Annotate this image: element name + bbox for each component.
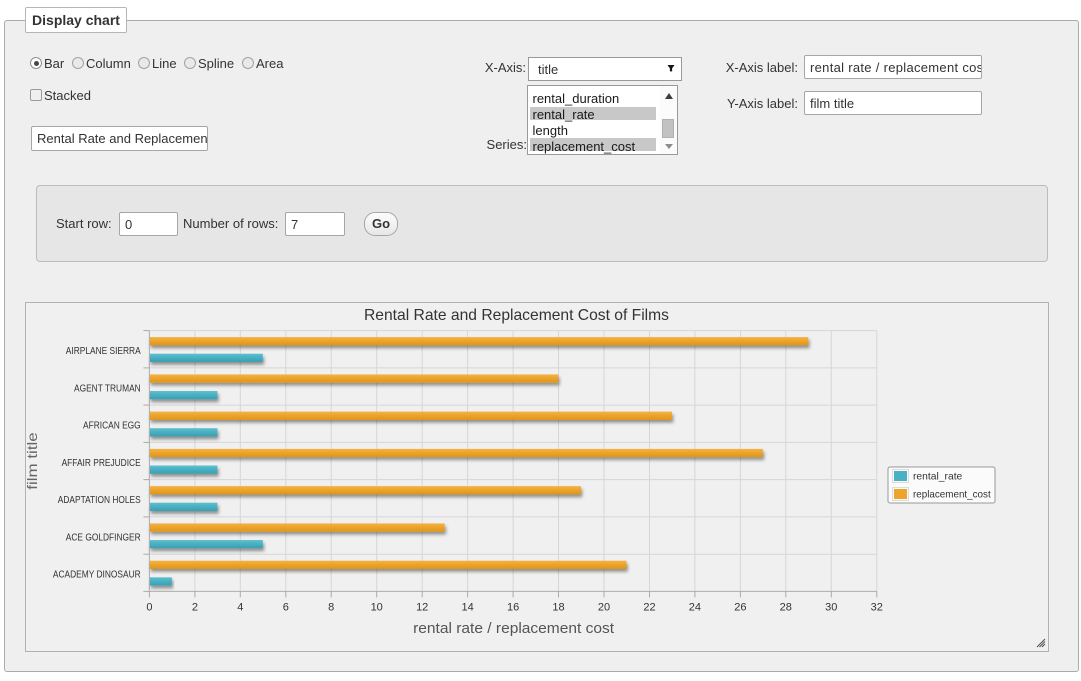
svg-text:replacement_cost: replacement_cost	[913, 488, 991, 500]
svg-text:AIRPLANE SIERRA: AIRPLANE SIERRA	[66, 346, 141, 357]
svg-text:ACE GOLDFINGER: ACE GOLDFINGER	[66, 532, 141, 543]
svg-text:6: 6	[283, 601, 289, 613]
svg-text:22: 22	[643, 601, 655, 613]
svg-text:8: 8	[328, 601, 334, 613]
svg-text:14: 14	[461, 601, 473, 613]
svg-text:rental rate / replacement cost: rental rate / replacement cost	[413, 620, 615, 637]
svg-text:18: 18	[552, 601, 564, 613]
svg-text:32: 32	[871, 601, 883, 613]
svg-text:Rental Rate and Replacement Co: Rental Rate and Replacement Cost of Film…	[364, 307, 669, 324]
svg-text:ADAPTATION HOLES: ADAPTATION HOLES	[58, 495, 141, 506]
svg-text:AGENT TRUMAN: AGENT TRUMAN	[74, 383, 141, 394]
svg-text:film title: film title	[26, 432, 40, 490]
svg-text:28: 28	[780, 601, 792, 613]
svg-text:rental_rate: rental_rate	[913, 470, 962, 482]
svg-text:12: 12	[416, 601, 428, 613]
svg-text:ACADEMY DINOSAUR: ACADEMY DINOSAUR	[53, 570, 141, 581]
svg-text:20: 20	[598, 601, 610, 613]
svg-text:AFRICAN EGG: AFRICAN EGG	[83, 421, 141, 432]
svg-text:10: 10	[371, 601, 383, 613]
svg-text:26: 26	[734, 601, 746, 613]
svg-text:4: 4	[237, 601, 243, 613]
svg-text:2: 2	[192, 601, 198, 613]
svg-text:16: 16	[507, 601, 519, 613]
svg-text:0: 0	[146, 601, 152, 613]
svg-text:AFFAIR PREJUDICE: AFFAIR PREJUDICE	[62, 458, 141, 469]
svg-text:30: 30	[825, 601, 837, 613]
svg-text:24: 24	[689, 601, 701, 613]
